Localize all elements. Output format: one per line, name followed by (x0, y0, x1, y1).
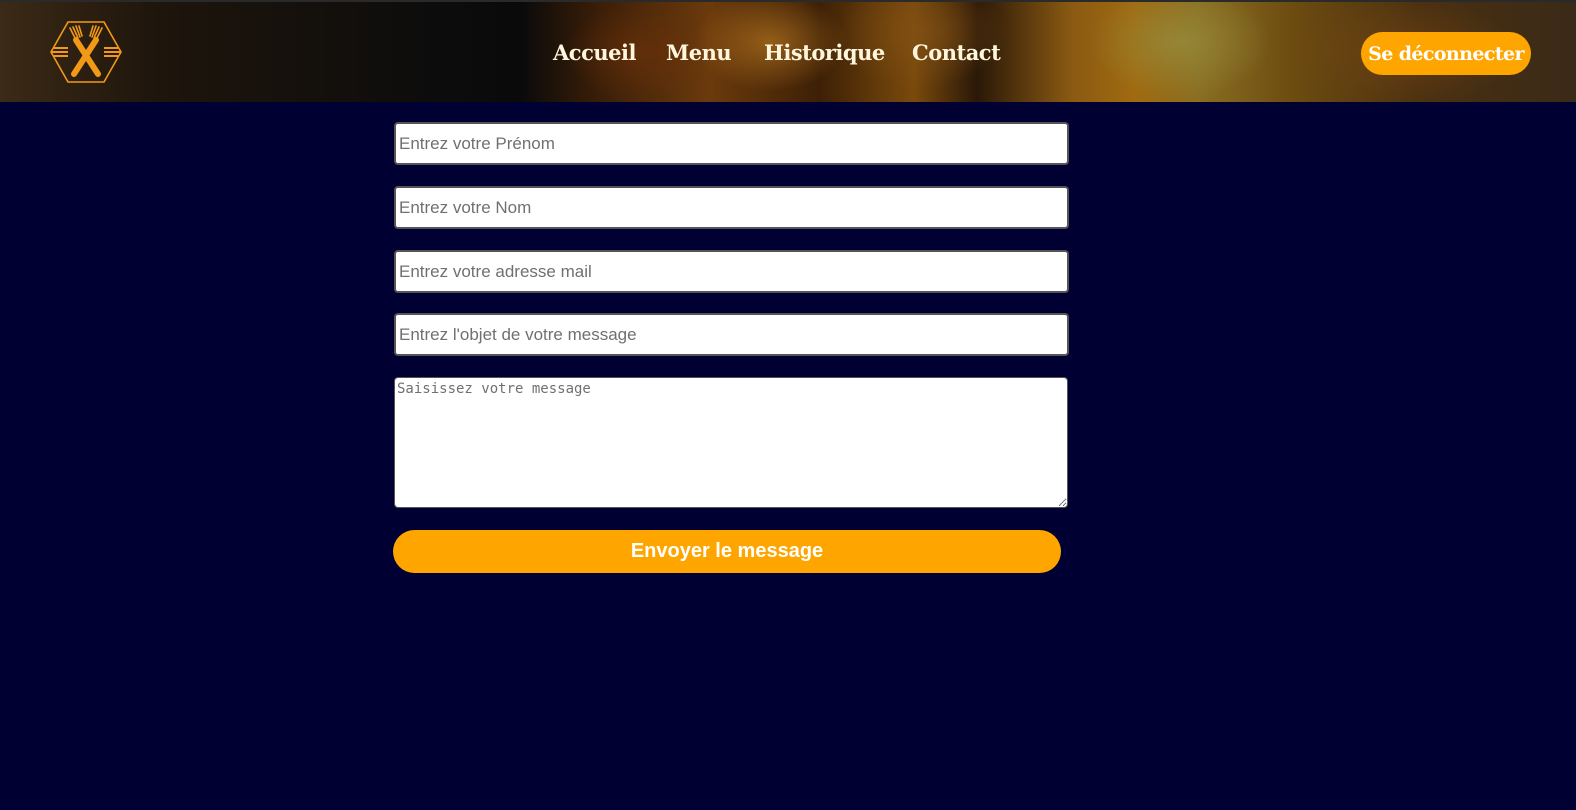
nav-link-accueil[interactable]: Accueil (553, 40, 636, 65)
email-field[interactable] (394, 250, 1069, 293)
nav-link-contact[interactable]: Contact (912, 40, 1001, 65)
main-nav: Accueil Menu Historique Contact (0, 40, 1576, 72)
logout-button[interactable]: Se déconnecter (1361, 32, 1531, 75)
nav-link-menu[interactable]: Menu (666, 40, 732, 65)
last-name-field[interactable] (394, 186, 1069, 229)
top-navigation-bar: Accueil Menu Historique Contact Se décon… (0, 0, 1576, 102)
nav-link-historique[interactable]: Historique (764, 40, 885, 65)
message-textarea[interactable] (394, 377, 1068, 508)
subject-field[interactable] (394, 313, 1069, 356)
first-name-field[interactable] (394, 122, 1069, 165)
send-message-button[interactable]: Envoyer le message (393, 530, 1061, 573)
